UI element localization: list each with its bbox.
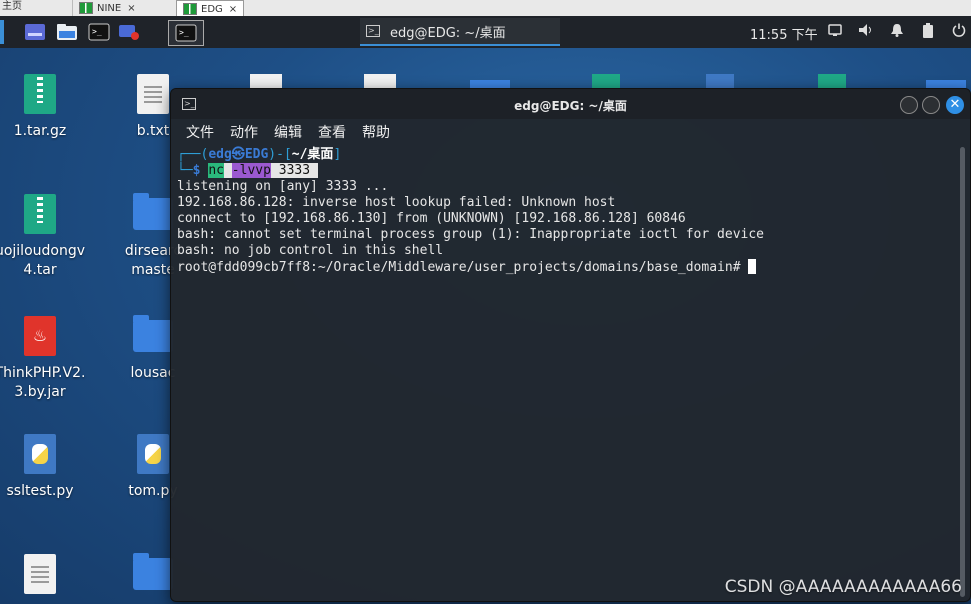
prompt-line-2: └─$ nc -lvvp 3333	[177, 163, 970, 179]
desktop-icon-thinkphp-jar[interactable]: ♨ ThinkPHP.V2. 3.by.jar	[0, 316, 95, 402]
desktop-icon-doc[interactable]	[0, 554, 95, 602]
active-workspace-terminal-icon[interactable]: >_	[168, 20, 204, 46]
desktop-icon-uojiloudong[interactable]: uojiloudongv 4.tar	[0, 194, 95, 280]
command-option: -lvvp	[231, 163, 271, 178]
python-icon	[24, 434, 56, 474]
terminal-titlebar[interactable]: >_ edg@EDG: ~/桌面 ✕	[171, 89, 970, 119]
host-tab-nine[interactable]: NINE ×	[72, 0, 142, 16]
document-icon	[137, 74, 169, 114]
top-panel: >_ >_ >_ edg@EDG: ~/桌面 11:55 下午	[0, 16, 971, 48]
maximize-button[interactable]	[922, 96, 940, 114]
host-tab-strip: 主页 NINE × EDG ×	[0, 0, 971, 17]
python-icon	[137, 434, 169, 474]
java-icon: ♨	[24, 316, 56, 356]
battery-icon[interactable]	[922, 23, 934, 43]
document-icon	[364, 74, 396, 88]
folder-icon	[133, 315, 173, 352]
host-tab-edg[interactable]: EDG ×	[176, 0, 245, 17]
terminal-output[interactable]: ┌──(edg㉿EDG)-[~/桌面] └─$ nc -lvvp 3333 li…	[171, 145, 970, 601]
folder-icon	[470, 80, 510, 88]
terminal-menubar: 文件 动作 编辑 查看 帮助	[171, 119, 970, 145]
terminal-icon: >_	[366, 25, 380, 37]
output-line: listening on [any] 3333 ...	[177, 179, 389, 194]
panel-edge	[0, 20, 4, 44]
menu-actions[interactable]: 动作	[230, 122, 258, 142]
zip-icon	[24, 74, 56, 114]
zip-icon	[592, 74, 620, 88]
terminal-window[interactable]: >_ edg@EDG: ~/桌面 ✕ 文件 动作 编辑 查看 帮助 ┌──(ed…	[170, 88, 971, 602]
terminal-title: edg@EDG: ~/桌面	[514, 99, 627, 113]
screen-recorder-icon[interactable]	[116, 20, 142, 44]
app-menu-icon[interactable]	[22, 20, 48, 44]
python-icon	[706, 74, 734, 88]
terminal-launcher-icon[interactable]: >_	[86, 20, 112, 44]
menu-edit[interactable]: 编辑	[274, 122, 302, 142]
document-icon	[250, 74, 282, 88]
display-icon[interactable]	[828, 23, 842, 41]
volume-icon[interactable]	[858, 23, 874, 41]
host-home-label[interactable]: 主页	[2, 0, 22, 14]
watermark: CSDN @AAAAAAAAAAAA66	[724, 577, 962, 597]
vm-icon	[79, 2, 93, 14]
host-tab-label: EDG	[201, 3, 223, 15]
svg-text:>_: >_	[92, 27, 102, 36]
taskbar-terminal-item[interactable]: >_ edg@EDG: ~/桌面	[360, 18, 560, 46]
shell-prompt-line: root@fdd099cb7ff8:~/Oracle/Middleware/us…	[177, 259, 970, 275]
folder-icon	[926, 80, 966, 88]
close-button[interactable]: ✕	[946, 96, 964, 114]
output-line: bash: no job control in this shell	[177, 243, 444, 258]
power-icon[interactable]	[952, 23, 966, 41]
close-icon[interactable]: ×	[127, 3, 135, 14]
panel-clock[interactable]: 11:55 下午	[750, 24, 818, 43]
menu-file[interactable]: 文件	[186, 122, 214, 142]
close-icon[interactable]: ×	[229, 4, 237, 15]
file-manager-icon[interactable]	[54, 20, 80, 44]
command-name: nc	[208, 163, 224, 178]
host-tab-label: NINE	[97, 2, 122, 14]
document-icon	[24, 554, 56, 594]
zip-icon	[818, 74, 846, 88]
terminal-scrollbar[interactable]	[960, 147, 965, 597]
taskbar-terminal-title: edg@EDG: ~/桌面	[390, 25, 506, 41]
folder-icon	[133, 193, 173, 230]
notification-bell-icon[interactable]	[890, 23, 904, 41]
zip-icon	[24, 194, 56, 234]
desktop-icon-1-tar-gz[interactable]: 1.tar.gz	[0, 74, 95, 141]
folder-icon	[133, 553, 173, 590]
text-cursor	[748, 259, 757, 274]
minimize-button[interactable]	[900, 96, 918, 114]
command-argument: 3333	[278, 163, 311, 178]
output-line: 192.168.86.128: inverse host lookup fail…	[177, 195, 616, 210]
output-line: bash: cannot set terminal process group …	[177, 227, 764, 242]
menu-help[interactable]: 帮助	[362, 122, 390, 142]
menu-view[interactable]: 查看	[318, 122, 346, 142]
output-line: connect to [192.168.86.130] from (UNKNOW…	[177, 211, 686, 226]
vm-icon	[183, 3, 197, 15]
desktop-icon-ssltest-py[interactable]: ssltest.py	[0, 434, 95, 501]
prompt-line-1: ┌──(edg㉿EDG)-[~/桌面]	[177, 147, 342, 162]
svg-text:>_: >_	[179, 28, 189, 37]
